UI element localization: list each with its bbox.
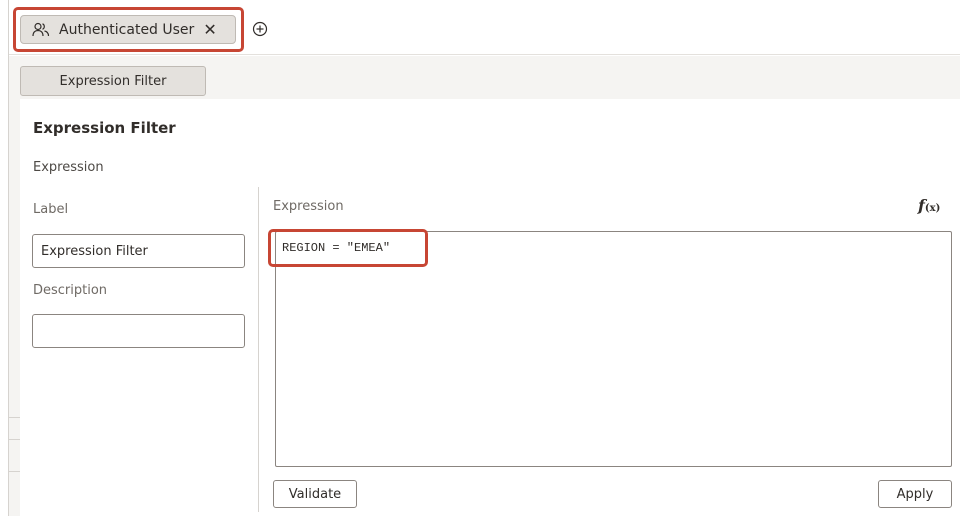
chip-highlight-box [13, 7, 244, 52]
left-strip [9, 99, 20, 516]
expression-label: Expression [273, 199, 344, 214]
expression-filter-button[interactable]: Expression Filter [20, 66, 206, 96]
function-icon[interactable]: f(x) [918, 196, 940, 215]
label-input[interactable]: Expression Filter [32, 234, 245, 268]
panel-subtitle: Expression [33, 160, 104, 175]
validate-button[interactable]: Validate [273, 480, 357, 508]
description-field-label: Description [33, 283, 108, 298]
add-circle-icon[interactable] [252, 21, 268, 37]
column-divider [258, 187, 259, 512]
panel-title: Expression Filter [33, 119, 176, 137]
label-field-label: Label [33, 202, 69, 217]
apply-button[interactable]: Apply [878, 480, 952, 508]
description-input[interactable] [32, 314, 245, 348]
expression-highlight-box [268, 229, 428, 267]
